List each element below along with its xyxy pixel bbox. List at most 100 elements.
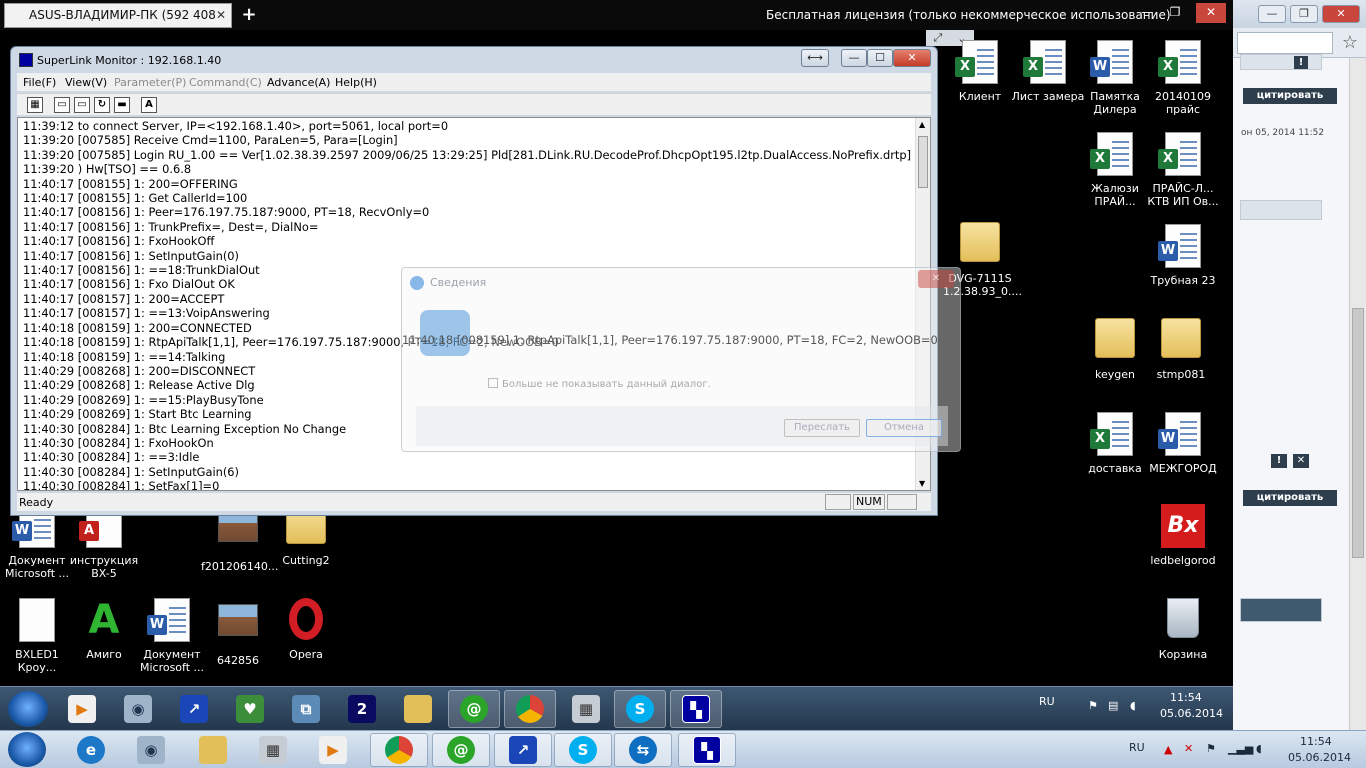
mail-agent-icon[interactable]: @ [448,690,500,728]
minimize-icon[interactable]: — [841,49,867,67]
restore-icon[interactable]: ❐ [1162,3,1188,23]
remote-session-icon[interactable]: ▚ [678,733,736,767]
url-field[interactable] [1237,32,1333,54]
network-warning-icon[interactable]: ✕ [1184,742,1193,755]
scrollbar-thumb[interactable] [918,136,928,188]
media-player-icon[interactable]: ▶ [304,733,362,767]
refresh-icon[interactable]: ↻ [94,97,110,113]
desktop-icon-price-ktv[interactable]: X ПРАЙС-Л... КТВ ИП Ов... [1146,132,1220,208]
media-player-icon[interactable]: ▶ [56,690,108,728]
up-arrow-icon[interactable]: ▲ [1164,743,1172,756]
mail-agent-icon[interactable]: @ [432,733,490,767]
calculator-icon[interactable]: ▦ [560,690,612,728]
desktop-icon-price-2014[interactable]: X 20140109 прайс [1146,40,1220,116]
menu-parameter[interactable]: Parameter(P) [114,76,186,89]
close-icon[interactable]: ✕ [216,4,226,27]
desktop-icon-keygen[interactable]: keygen [1078,318,1152,381]
font-icon[interactable]: A [141,97,157,113]
superlink-monitor-icon[interactable]: ▚ [670,690,722,728]
clock-time[interactable]: 11:54 [1170,691,1202,704]
clock-app-icon[interactable]: ↗ [494,733,552,767]
desktop-icon-trubnaya[interactable]: W Трубная 23 [1146,224,1220,287]
cancel-button[interactable]: Отмена [866,419,942,437]
close-icon[interactable]: ✕ [1196,3,1226,23]
menu-file[interactable]: File(F) [23,76,56,89]
volume-icon[interactable]: ◖ [1130,699,1136,712]
skype-icon[interactable]: S [614,690,666,728]
desktop-icon-bxled1[interactable]: BXLED1 Кроу... [0,598,74,674]
desktop-icon-ledbelgorod[interactable]: Bx ledbelgorod [1146,504,1220,567]
chrome-icon[interactable] [504,690,556,728]
desktop-icon-dokument2[interactable]: W Документ Microsoft ... [135,598,209,674]
report-flag-icon[interactable]: ! [1271,454,1287,468]
restore-icon[interactable]: ❐ [1290,5,1318,23]
skype-icon[interactable]: S [554,733,612,767]
calculator-icon[interactable]: ▦ [244,733,302,767]
menu-view[interactable]: View(V) [65,76,107,89]
desktop-icon-opera[interactable]: Opera [269,598,343,661]
volume-icon[interactable]: ◖ [1256,742,1262,755]
clock-time[interactable]: 11:54 [1300,735,1332,748]
clock-date[interactable]: 05.06.2014 [1160,707,1223,720]
desktop-icon-mezhgorod[interactable]: W МЕЖГОРОД [1146,412,1220,475]
desktop-icon-photo-642856[interactable]: 642856 [201,598,275,667]
minimize-icon[interactable]: — [1134,3,1160,23]
app-icon[interactable]: ⧉ [280,690,332,728]
cite-button[interactable]: цитировать [1243,88,1337,104]
webcam-icon[interactable]: ◉ [112,690,164,728]
report-flag-icon[interactable]: ! [1294,56,1308,69]
folder-icon[interactable] [392,690,444,728]
flag-icon[interactable]: ⚑ [1206,742,1216,755]
windows-start-icon[interactable] [8,691,48,727]
close-icon[interactable]: ✕ [893,49,931,67]
forward-button[interactable]: Переслать [784,419,860,437]
window-icon[interactable]: ▭ [74,97,90,113]
fullscreen-icon[interactable]: ⤢ [933,31,942,45]
desktop-icon-pamyatka[interactable]: W Памятка Дилера [1078,40,1152,116]
network-icon[interactable]: ▤ [1108,699,1118,712]
desktop-icon-korzina[interactable]: Корзина [1146,598,1220,661]
hearts-game-icon[interactable]: ♥ [224,690,276,728]
desktop-icon-amigo[interactable]: A Амиго [67,598,141,661]
webcam-icon[interactable]: ◉ [122,733,180,767]
dont-show-checkbox[interactable]: Больше не показывать данный диалог. [488,378,711,390]
clock-date[interactable]: 05.06.2014 [1288,751,1351,764]
minimize-icon[interactable]: — [1258,5,1286,23]
desktop-icon-zhalyuzi[interactable]: X Жалюзи ПРАЙ... [1078,132,1152,208]
chrome-icon[interactable] [370,733,428,767]
desktop-icon-dostavka[interactable]: X доставка [1078,412,1152,475]
folder-icon[interactable] [184,733,242,767]
teamviewer-icon[interactable]: ⇆ [614,733,672,767]
desktop-icon-list-zamera[interactable]: X Лист замера [1011,40,1085,103]
flag-icon[interactable]: ⚑ [1088,699,1098,712]
scroll-down-icon[interactable]: ▼ [919,479,925,488]
scrollbar-thumb[interactable] [1352,308,1364,558]
close-icon[interactable]: ✕ [1293,454,1309,468]
bookmark-star-icon[interactable]: ☆ [1342,32,1358,53]
desktop-icon-stmp081[interactable]: stmp081 [1144,318,1218,381]
window-icon[interactable]: ▭ [54,97,70,113]
monitor-icon[interactable]: ▬ [114,97,130,113]
scroll-up-icon[interactable]: ▲ [919,120,925,129]
close-icon[interactable]: ✕ [1322,5,1360,23]
grid-icon[interactable]: ▦ [27,97,43,113]
new-tab-button[interactable]: + [238,3,260,28]
session-tab[interactable]: ASUS-ВЛАДИМИР-ПК (592 408 718) ✕ [4,3,232,45]
maximize-icon[interactable]: ☐ [867,49,893,67]
window-titlebar[interactable]: SuperLink Monitor : 192.168.1.40 ⟷ — ☐ ✕ [11,47,937,73]
windows-start-icon[interactable] [8,732,46,767]
signal-icon[interactable]: ▁▃▅ [1228,742,1253,755]
clock-app-icon[interactable]: ↗ [168,690,220,728]
teamviewer-side-panel[interactable] [1240,598,1322,622]
language-indicator[interactable]: RU [1039,695,1055,708]
internet-explorer-icon[interactable]: e [62,733,120,767]
menu-advance[interactable]: Advance(A) [267,76,330,89]
cite-button[interactable]: цитировать [1243,490,1337,506]
network-app-icon[interactable]: 2 [336,690,388,728]
language-indicator[interactable]: RU [1129,741,1145,754]
desktop-icon-klient[interactable]: X Клиент [943,40,1017,103]
menu-help[interactable]: Help(H) [335,76,377,89]
resize-arrows-icon[interactable]: ⟷ [801,49,829,67]
menu-command[interactable]: Command(C) [189,76,262,89]
close-icon[interactable]: ✕ [918,270,954,288]
